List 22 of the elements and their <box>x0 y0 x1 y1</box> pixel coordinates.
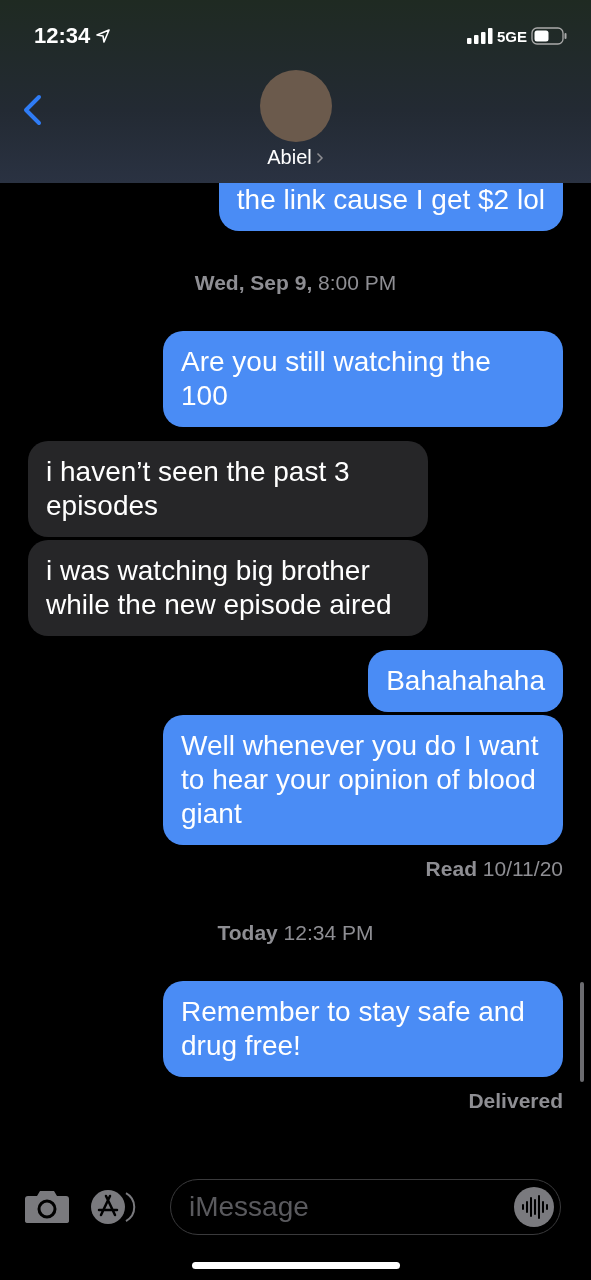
message-bubble: the link cause I get $2 lol <box>218 183 563 231</box>
audio-waveform-icon[interactable] <box>513 1186 555 1228</box>
message-bubble: Remember to stay safe and drug free! <box>163 981 563 1077</box>
delivery-status: Delivered <box>467 1089 563 1113</box>
message-bubble: Well whenever you do I want to hear your opinion of blood giant <box>163 715 563 845</box>
clock-time: 12:34 <box>34 23 91 49</box>
location-arrow-icon <box>96 29 111 43</box>
message-bubble: Bahahahaha <box>368 650 563 712</box>
contact-name[interactable]: Abiel <box>267 146 312 169</box>
chevron-right-icon <box>315 151 324 164</box>
message-bubble: Are you still watching the 100 <box>163 331 563 427</box>
back-chevron-icon[interactable] <box>22 94 42 126</box>
delivery-status: Read 10/11/20 <box>424 857 563 881</box>
message-input-field[interactable]: iMessage <box>170 1179 561 1235</box>
timestamp: Wed, Sep 9, 8:00 PM <box>193 271 398 295</box>
timestamp: Today 12:34 PM <box>216 921 375 945</box>
signal-icon <box>467 28 493 44</box>
battery-icon <box>531 27 567 45</box>
camera-icon[interactable] <box>24 1190 70 1224</box>
network-type: 5GE <box>497 27 527 45</box>
message-bubble: i was watching big brother while the new episode aired <box>28 540 428 636</box>
message-bubble: i haven’t seen the past 3 episodes <box>28 441 428 537</box>
